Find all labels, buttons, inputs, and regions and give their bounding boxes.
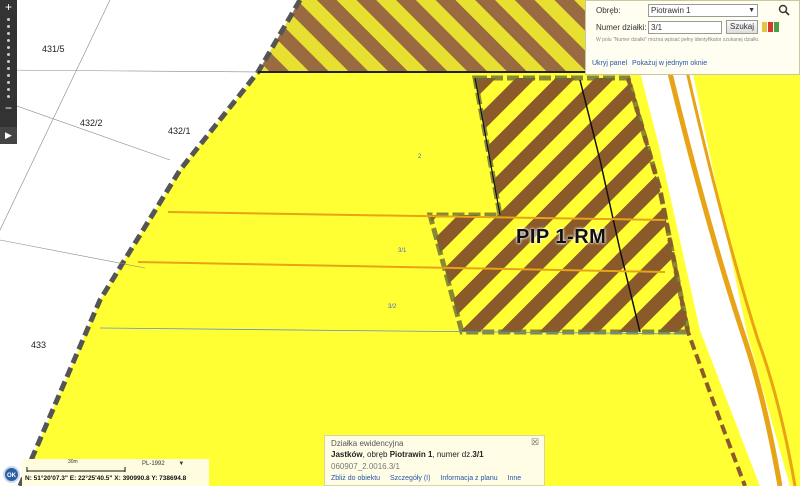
search-icon[interactable]	[778, 4, 790, 16]
search-hint: W polu "Numer działki" można wpisać pełn…	[596, 37, 760, 43]
parcel-line-1	[0, 69, 259, 73]
other-link[interactable]: Inne	[508, 475, 522, 482]
popup-title: Działka ewidencyjna	[331, 439, 404, 448]
popup-parcel: 3/1	[472, 450, 484, 459]
popup-description: Jastków, obręb Piotrawin 1, numer dz.3/1	[331, 450, 484, 459]
chevron-down-icon: ▼	[748, 7, 755, 14]
zoom-toolbar: + −	[0, 0, 17, 127]
zoom-level-dot[interactable]	[7, 81, 10, 84]
zoom-in-button[interactable]: +	[0, 0, 17, 14]
zoom-level-dot[interactable]	[7, 95, 10, 98]
zoom-level-dot[interactable]	[7, 25, 10, 28]
zoom-level-dot[interactable]	[7, 60, 10, 63]
popup-precinct: Piotrawin 1	[389, 450, 433, 459]
popup-place: Jastków	[331, 450, 363, 459]
zoom-level-dot[interactable]	[7, 18, 10, 21]
zoom-level-dot[interactable]	[7, 32, 10, 35]
parcel-label-432-1: 432/1	[168, 126, 191, 136]
color-swatch-yellow[interactable]	[762, 22, 767, 32]
popup-links: Zbliż do obiektu Szczegóły (I) Informacj…	[331, 475, 529, 482]
zoom-to-object-link[interactable]: Zbliż do obiektu	[331, 475, 380, 482]
zoom-out-button[interactable]: −	[0, 101, 17, 115]
play-icon[interactable]: ▶	[0, 127, 17, 144]
plan-info-link[interactable]: Informacja z planu	[440, 475, 497, 482]
parcel-number-input[interactable]: 3/1	[648, 21, 722, 34]
hide-panel-link[interactable]: Ukryj panel	[592, 60, 627, 67]
popup-identifier: 060907_2.0016.3/1	[331, 462, 400, 471]
zoom-level-dot[interactable]	[7, 53, 10, 56]
parcel-label-432-2: 432/2	[80, 118, 103, 128]
search-button[interactable]: Szukaj	[726, 20, 758, 34]
zoom-level-dot[interactable]	[7, 46, 10, 49]
precinct-value: Piotrawin 1	[651, 6, 691, 15]
show-one-window-link[interactable]: Pokażuj w jednym oknie	[632, 60, 707, 67]
parcel-label-3-2: 3/2	[388, 304, 397, 310]
parcel-label-2: 2	[418, 154, 422, 160]
close-icon[interactable]: ☒	[531, 438, 540, 447]
ok-button[interactable]: OK	[3, 466, 20, 483]
scale-label: 30m	[68, 459, 78, 465]
precinct-select[interactable]: Piotrawin 1 ▼	[648, 4, 758, 17]
crs-value: PL-1992	[142, 461, 165, 467]
zone-label-pip: PIP 1-RM	[516, 226, 607, 248]
zoom-level-dot[interactable]	[7, 67, 10, 70]
parcel-search-panel: Obręb: Piotrawin 1 ▼ Numer działki: 3/1 …	[585, 0, 800, 75]
popup-tail: , numer dz.	[432, 450, 473, 459]
coordinates-readout: N: 51°20'07.3" E: 22°25'40.5" X: 390990.…	[25, 475, 187, 482]
precinct-label: Obręb:	[596, 6, 621, 15]
parcel-info-popup: Działka ewidencyjna ☒ Jastków, obręb Pio…	[324, 435, 545, 486]
parcel-label-433: 433	[31, 340, 47, 350]
parcel-number-label: Numer działki:	[596, 23, 647, 32]
hatched-zone-north	[258, 0, 600, 72]
zoom-level-dot[interactable]	[7, 88, 10, 91]
parcel-line-4	[0, 99, 171, 161]
coordinate-bar: 30m PL-1992 ▼ N: 51°20'07.3" E: 22°25'40…	[22, 459, 209, 486]
chevron-down-icon: ▼	[178, 461, 185, 467]
zoom-level-dot[interactable]	[7, 39, 10, 42]
popup-mid: , obręb	[362, 450, 390, 459]
color-swatch-green[interactable]	[774, 22, 779, 32]
parcel-label-3-1: 3/1	[398, 248, 407, 254]
crs-select[interactable]: PL-1992 ▼	[142, 461, 202, 470]
parcel-line-3	[0, 239, 146, 269]
color-swatch-red[interactable]	[768, 22, 773, 32]
details-link[interactable]: Szczegóły (I)	[390, 475, 430, 482]
parcel-label-431-5: 431/5	[42, 44, 65, 54]
zoom-level-dot[interactable]	[7, 74, 10, 77]
